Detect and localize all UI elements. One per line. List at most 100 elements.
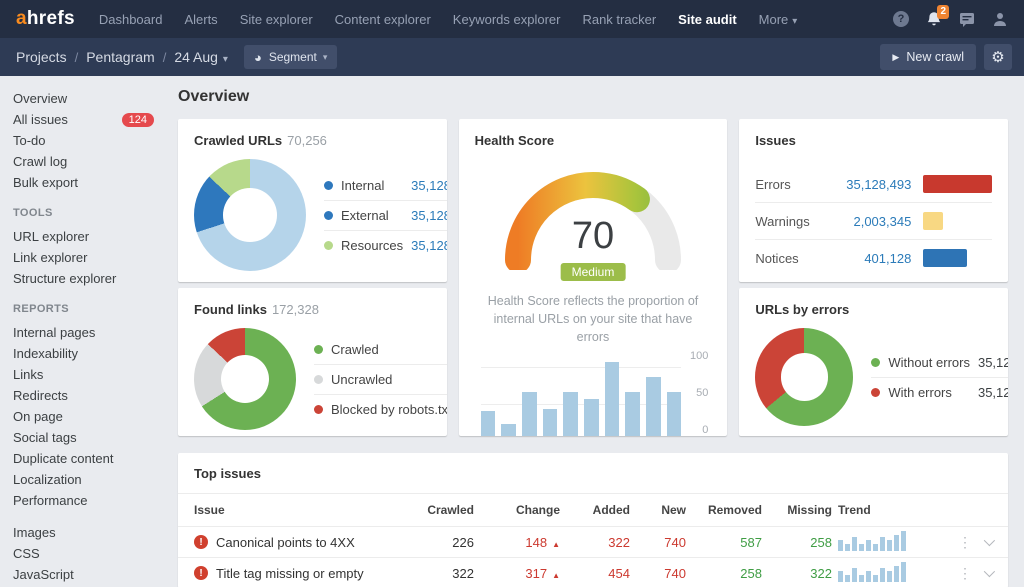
sidebar-item-label: Indexability (13, 346, 78, 361)
ahrefs-logo[interactable]: ahrefs (16, 8, 75, 30)
bar (646, 377, 661, 436)
new-crawl-button[interactable]: ▶ New crawl (880, 44, 976, 70)
breadcrumb-separator: / (75, 50, 79, 65)
issues-count-badge: 124 (122, 113, 154, 127)
sidebar-item-css[interactable]: CSS (13, 543, 170, 564)
chevron-down-icon: ▾ (223, 54, 228, 65)
top-issues-header-row: Issue Crawled Change Added New Removed M… (178, 493, 1008, 526)
sidebar-item-performance[interactable]: Performance (13, 490, 170, 511)
topnav-item-content-explorer[interactable]: Content explorer (335, 12, 431, 27)
legend-value[interactable]: 35,128 (411, 178, 447, 193)
topnav-item-keywords-explorer[interactable]: Keywords explorer (453, 12, 561, 27)
legend-value[interactable]: 35,128 (411, 238, 447, 253)
legend-dot-icon (871, 388, 880, 397)
legend-item-external: External 35,128 (324, 201, 447, 231)
feedback-icon[interactable] (959, 12, 975, 27)
col-missing: Missing (762, 503, 832, 517)
missing-count: 322 (762, 566, 832, 581)
health-score-history-chart: 50100019 Jul19 Aug (481, 360, 682, 436)
sidebar-item-to-do[interactable]: To-do (13, 130, 170, 151)
sidebar-item-link-explorer[interactable]: Link explorer (13, 247, 170, 268)
issue-name[interactable]: Title tag missing or empty (216, 566, 364, 581)
legend-label: External (341, 208, 403, 223)
breadcrumb-project-name[interactable]: Pentagram (86, 49, 154, 65)
breadcrumb-projects[interactable]: Projects (16, 49, 67, 65)
top-issues-row[interactable]: !Title tag missing or empty 322 317▲ 454… (178, 557, 1008, 587)
sidebar-item-links[interactable]: Links (13, 364, 170, 385)
missing-count: 258 (762, 535, 832, 550)
topnav-item-rank-tracker[interactable]: Rank tracker (582, 12, 656, 27)
urls-by-errors-card: URLs by errors Without errors35,128With … (739, 288, 1008, 436)
sidebar-item-indexability[interactable]: Indexability (13, 343, 170, 364)
top-issues-card: Top issues Issue Crawled Change Added Ne… (178, 453, 1008, 587)
sidebar-item-url-explorer[interactable]: URL explorer (13, 226, 170, 247)
legend-item-internal: Internal35,128 (324, 171, 447, 201)
arrow-up-icon: ▲ (552, 540, 560, 549)
main-content: Overview Crawled URLs70,256 Internal35,1… (170, 76, 1024, 587)
legend-item-blocked-by-robots-txt: Blocked by robots.txt3,128 (314, 395, 447, 424)
more-options-icon[interactable]: ⋮ (958, 535, 972, 549)
sidebar-item-label: Images (13, 525, 56, 540)
y-axis-label: 100 (690, 350, 708, 362)
topnav-item-alerts[interactable]: Alerts (184, 12, 217, 27)
expand-chevron-icon[interactable] (984, 535, 995, 546)
sidebar-item-images[interactable]: Images (13, 522, 170, 543)
help-icon[interactable]: ? (893, 11, 909, 27)
sidebar-item-label: All issues (13, 112, 68, 127)
bar (667, 392, 682, 436)
sidebar-item-overview[interactable]: Overview (13, 88, 170, 109)
sidebar-item-social-tags[interactable]: Social tags (13, 427, 170, 448)
sidebar-item-label: Overview (13, 91, 67, 106)
legend-label: Blocked by robots.txt (331, 402, 447, 417)
sidebar-section-tools: TOOLS (13, 207, 170, 219)
top-issues-row[interactable]: !Canonical points to 4XX 226 148▲ 322 74… (178, 526, 1008, 557)
sidebar-item-label: Social tags (13, 430, 77, 445)
legend-value[interactable]: 35,128 (411, 208, 447, 223)
more-options-icon[interactable]: ⋮ (958, 566, 972, 580)
issue-type-count[interactable]: 35,128,493 (827, 177, 911, 192)
sidebar-item-internal-pages[interactable]: Internal pages (13, 322, 170, 343)
sidebar-item-label: Bulk export (13, 175, 78, 190)
crawled-urls-total: 70,256 (287, 133, 327, 148)
topnav-item-more[interactable]: More▾ (759, 12, 798, 27)
sidebar-item-on-page[interactable]: On page (13, 406, 170, 427)
segment-dropdown-button[interactable]: ◕ Segment ▾ (244, 45, 337, 69)
bar (543, 409, 558, 436)
bar (522, 392, 537, 436)
topnav-item-site-explorer[interactable]: Site explorer (240, 12, 313, 27)
sidebar-item-localization[interactable]: Localization (13, 469, 170, 490)
toolbar-right: ▶ New crawl ⚙ (880, 44, 1012, 70)
sidebar-item-redirects[interactable]: Redirects (13, 385, 170, 406)
health-score-gauge: 70 Medium (491, 158, 695, 270)
sidebar-item-label: Crawl log (13, 154, 67, 169)
notification-count-badge: 2 (937, 5, 949, 19)
sidebar-item-bulk-export[interactable]: Bulk export (13, 172, 170, 193)
col-crawled: Crawled (410, 503, 474, 517)
bar (501, 424, 516, 436)
crawled-count: 322 (410, 566, 474, 581)
sidebar-item-all-issues[interactable]: All issues 124 (13, 109, 170, 130)
legend-dot-icon (871, 358, 880, 367)
expand-chevron-icon[interactable] (984, 566, 995, 577)
topnav-item-site-audit[interactable]: Site audit (678, 12, 737, 27)
pie-chart-icon: ◕ (254, 51, 262, 64)
account-icon[interactable] (992, 11, 1008, 27)
sidebar-item-duplicate-content[interactable]: Duplicate content (13, 448, 170, 469)
crawl-date-dropdown[interactable]: 24 Aug▾ (174, 49, 228, 65)
found-links-total: 172,328 (272, 302, 319, 317)
sidebar-item-javascript[interactable]: JavaScript (13, 564, 170, 585)
sidebar-item-structure-explorer[interactable]: Structure explorer (13, 268, 170, 289)
issue-type-count[interactable]: 2,003,345 (827, 214, 911, 229)
notifications-bell-icon[interactable]: 2 (926, 11, 942, 28)
issue-bar (923, 212, 992, 230)
sidebar-item-crawl-log[interactable]: Crawl log (13, 151, 170, 172)
settings-gear-button[interactable]: ⚙ (984, 44, 1012, 70)
issue-type-count[interactable]: 401,128 (827, 251, 911, 266)
legend-item-uncrawled: Uncrawled3,128 (314, 365, 447, 395)
found-links-card: Found links172,328 Crawled35,128Uncrawle… (178, 288, 447, 436)
sidebar-item-label: CSS (13, 546, 40, 561)
topnav-item-dashboard[interactable]: Dashboard (99, 12, 163, 27)
legend-label: Resources (341, 238, 403, 253)
issue-name[interactable]: Canonical points to 4XX (216, 535, 355, 550)
issues-row-warnings: Warnings2,003,345 (755, 203, 992, 240)
